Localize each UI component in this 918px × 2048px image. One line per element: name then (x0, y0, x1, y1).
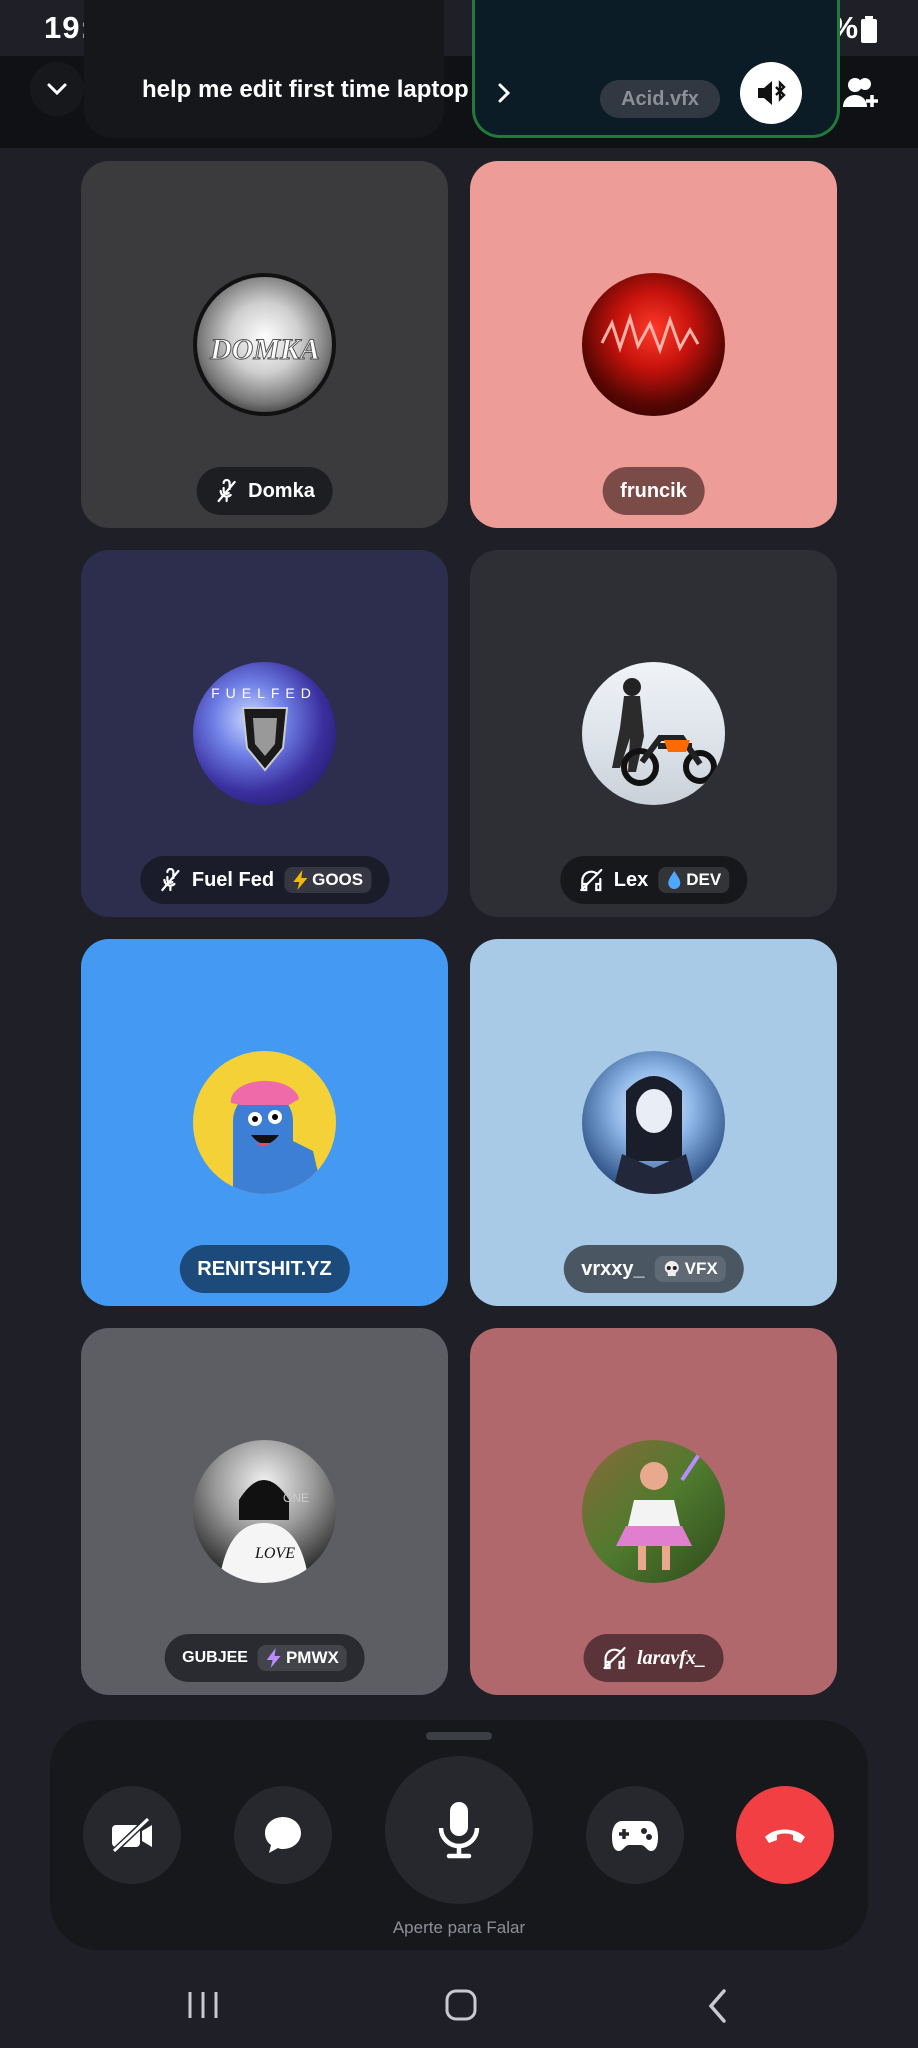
participant-tile[interactable]: FUELFED Fuel Fed GOOS (81, 550, 448, 917)
avatar (582, 1440, 725, 1583)
minimize-button[interactable] (30, 62, 84, 116)
participant-tile[interactable]: RENITSHIT.YZ (81, 939, 448, 1306)
participant-tile[interactable]: laravfx_ (470, 1328, 837, 1695)
participant-tile[interactable]: fruncik (470, 161, 837, 528)
lightning-icon (293, 870, 308, 890)
add-user-icon (843, 78, 878, 107)
participant-name: vrxxy_ (581, 1257, 645, 1280)
participant-nametag: RENITSHIT.YZ (179, 1245, 350, 1293)
participant-nametag: Fuel Fed GOOS (139, 856, 390, 904)
participant-tile[interactable]: LOVE ONE GUBJEE PMWX (81, 1328, 448, 1695)
home-button[interactable] (444, 1988, 478, 2027)
avatar: FUELFED (193, 662, 336, 805)
lightning-icon (266, 1648, 281, 1668)
participant-name: Lex (613, 868, 649, 891)
activities-button[interactable] (586, 1786, 684, 1884)
participant-name: fruncik (620, 479, 687, 502)
drop-icon (668, 871, 681, 889)
camera-toggle-button[interactable] (83, 1786, 181, 1884)
back-icon (708, 1989, 726, 2023)
svg-text:ONE: ONE (283, 1491, 309, 1505)
participant-nametag: vrxxy_ VFX (563, 1245, 744, 1293)
participant-tile[interactable]: DOMKA Domka (81, 161, 448, 528)
server-tag: VFX (654, 1256, 726, 1282)
server-tag: GOOS (284, 867, 372, 893)
system-navigation-bar (0, 1960, 918, 2048)
headset-off-icon (602, 1646, 626, 1670)
svg-text:FUELFED: FUELFED (211, 685, 317, 701)
push-to-talk-label: Aperte para Falar (392, 1918, 526, 1937)
svg-text:DOMKA: DOMKA (209, 333, 320, 366)
participant-tile[interactable]: Lex DEV (470, 550, 837, 917)
chevron-down-icon (47, 83, 67, 96)
recent-apps-button[interactable] (186, 1990, 220, 2025)
headset-off-icon (579, 868, 602, 892)
drag-handle[interactable] (426, 1732, 492, 1740)
back-button[interactable] (706, 1988, 730, 2029)
camera-off-icon (109, 1815, 153, 1855)
disconnect-button[interactable] (736, 1786, 834, 1884)
avatar (193, 1051, 336, 1194)
participant-nametag: laravfx_ (583, 1634, 724, 1682)
participant-nametag: GUBJEE PMWX (164, 1634, 365, 1682)
participant-tile[interactable]: vrxxy_ VFX (470, 939, 837, 1306)
hang-up-icon (765, 1829, 805, 1843)
deafened-icon (217, 479, 236, 503)
audio-output-button[interactable] (740, 62, 802, 124)
deafened-icon (160, 868, 179, 892)
speaker-bluetooth-icon (758, 80, 786, 105)
svg-text:LOVE: LOVE (254, 1545, 295, 1562)
chat-button[interactable] (234, 1786, 332, 1884)
chat-bubble-icon (265, 1817, 301, 1853)
participant-name: Domka (248, 479, 315, 502)
avatar: DOMKA (193, 273, 336, 416)
participant-name: RENITSHIT.YZ (197, 1257, 332, 1280)
skull-icon (664, 1261, 679, 1276)
push-to-talk-button[interactable] (385, 1756, 533, 1904)
server-tag: DEV (658, 867, 730, 893)
server-tag: PMWX (257, 1645, 347, 1671)
participant-nametag: Lex DEV (559, 856, 748, 904)
avatar (582, 662, 725, 805)
gamepad-icon (612, 1821, 658, 1851)
participant-name: Fuel Fed (191, 868, 275, 891)
background-participant-name: Acid.vfx (600, 80, 720, 118)
participant-name: GUBJEE (182, 1649, 248, 1666)
chevron-right-icon[interactable] (494, 80, 514, 111)
home-icon (445, 1989, 477, 2021)
add-people-button[interactable] (830, 62, 892, 124)
avatar (582, 273, 725, 416)
recents-icon (188, 1992, 218, 2018)
channel-title[interactable]: help me edit first time laptop (142, 76, 469, 104)
background-tile (84, 0, 444, 138)
call-controls-panel: Aperte para Falar (50, 1720, 868, 1950)
microphone-icon (438, 1802, 480, 1859)
avatar (582, 1051, 725, 1194)
participant-nametag: Domka (196, 467, 333, 515)
participant-name: laravfx_ (637, 1646, 706, 1669)
avatar: LOVE ONE (193, 1440, 336, 1583)
participant-nametag: fruncik (602, 467, 705, 515)
battery-icon (860, 16, 878, 49)
